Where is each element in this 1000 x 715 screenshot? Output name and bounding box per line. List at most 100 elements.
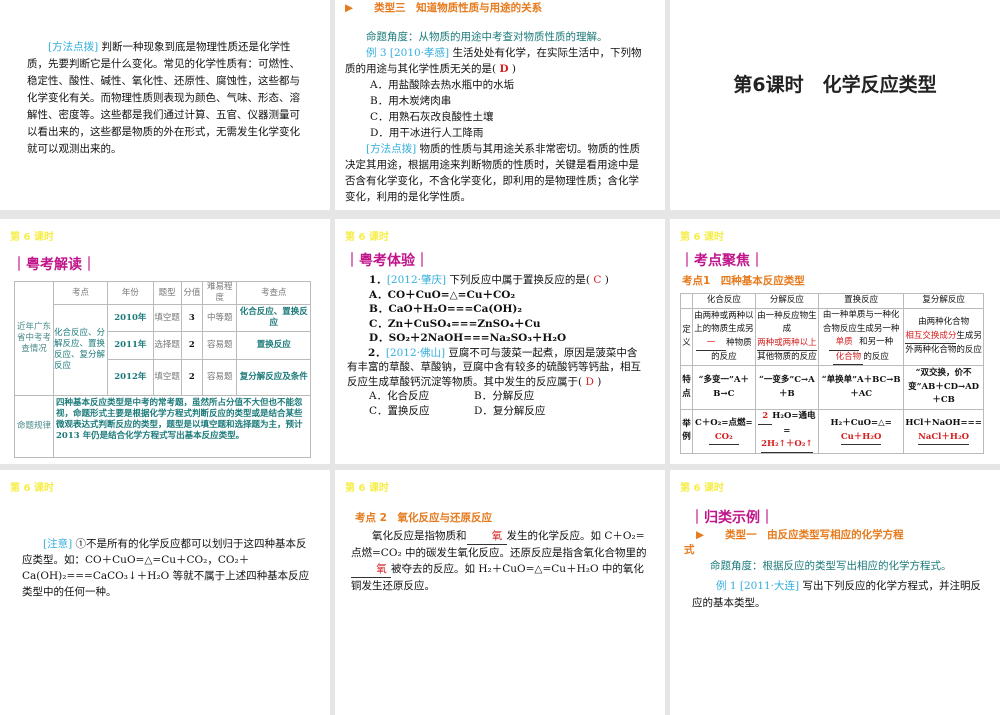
q-num: 2． — [368, 346, 386, 359]
note-paragraph: [注意] ①不是所有的化学反应都可以划归于这四种基本反应类型。如：CO＋CuO=… — [22, 536, 312, 600]
col-header: 分值 — [180, 281, 204, 305]
type-title: ▶ 类型一 由反应类型写相应的化学方程式 — [684, 528, 909, 558]
blank-answer: 两种或两种以上 — [757, 337, 817, 351]
option: A．CO＋CuO=△=Cu＋CO₂ — [369, 288, 516, 301]
blank-answer: NaCl＋H₂O — [918, 431, 970, 446]
blank-answer: 2H₂↑＋O₂↑ — [761, 438, 813, 453]
cell: 置换反应 — [236, 331, 311, 360]
def-text: 由两种或两种以上的物质生成另 — [694, 310, 754, 335]
cell: 3 — [180, 304, 204, 332]
answer: D — [585, 375, 594, 388]
row-label: 举例 — [680, 409, 693, 454]
blank-answer: Cu＋H₂O — [840, 431, 882, 446]
cell: 容易题 — [202, 331, 238, 360]
example-tag: 例 1 [2011·大连] — [716, 580, 800, 592]
def-text: 由一种反应物生成 — [757, 310, 817, 335]
rule-text: 四种基本反应类型是中考的常考题，虽然所占分值不大但也不能忽视，命题形式主要是根据… — [53, 395, 311, 458]
method-tag: [方法点拨] — [48, 41, 99, 53]
type-title: ▶ 类型三 知道物质性质与用途的关系 — [345, 1, 585, 15]
lesson-header: 第 6 课时 — [345, 483, 389, 494]
text: 被夺去的反应。如 H₂＋CuO=△=Cu＋H₂O 中的氧化铜发生还原反应。 — [351, 563, 644, 592]
slide-thumbnail-1[interactable]: [方法点拨] 判断一种现象到底是物理性质还是化学性质，先要判断它是什么变化。常见… — [0, 0, 330, 210]
col-header: 题型 — [152, 281, 182, 305]
subsection-title: 考点 2 氧化反应与还原反应 — [355, 512, 492, 524]
method-tag: [方法点拨] — [366, 143, 417, 155]
rule-label: 命题规律 — [14, 395, 54, 458]
option: B．CaO＋H₂O===Ca(OH)₂ — [369, 303, 523, 315]
row-label: 定义 — [680, 308, 693, 366]
col-header: 年份 — [107, 281, 154, 305]
eq: H₂＋CuO=△= — [830, 418, 892, 429]
blank-answer: 相互交换成分 — [905, 330, 957, 345]
type-title-text: 类型一 由反应类型写相应的化学方程式 — [684, 529, 904, 556]
paren: ) — [511, 63, 517, 75]
cell: 2 — [180, 359, 204, 396]
blank-answer: CO₂ — [708, 431, 739, 446]
arrow-icon: ▶ — [696, 529, 705, 541]
option: A．化合反应 — [369, 390, 430, 402]
answer: C — [593, 274, 602, 286]
def-text: 由一种单质与一种化合物反应生成另一种 — [822, 310, 900, 334]
cell: 2012年 — [107, 359, 154, 396]
col-header: 复分解反应 — [903, 293, 984, 309]
cell: 选择题 — [152, 331, 182, 360]
cell: 2010年 — [107, 304, 154, 332]
section-title: ｜考点聚焦｜ — [680, 253, 764, 269]
answer: D — [499, 63, 509, 75]
option: C．Zn＋CuSO₄===ZnSO₄＋Cu — [369, 317, 541, 330]
paren: ) — [597, 375, 602, 388]
exam-points: 化合反应、分解反应、置换反应、复分解反应 — [53, 304, 108, 396]
section-title: ｜粤考解读｜ — [12, 257, 96, 273]
col-header: 分解反应 — [754, 293, 820, 309]
method-text: 判断一种现象到底是物理性质还是化学性质，先要判断它是什么变化。常见的化学性质有：… — [27, 41, 300, 155]
slide-thumbnail-3[interactable]: 第6课时 化学反应类型 — [670, 0, 1000, 210]
option: A．用盐酸除去热水瓶中的水垢 — [370, 79, 515, 91]
q-tag: [2012·肇庆] — [386, 274, 447, 286]
slide-thumbnail-5[interactable]: 第 6 课时 ｜粤考体验｜ 1．[2012·肇庆] 下列反应中属于置换反应的是(… — [335, 219, 665, 464]
q-num: 1． — [369, 274, 387, 286]
slide-thumbnail-2[interactable]: ▶ 类型三 知道物质性质与用途的关系 命题角度：从物质的用途中考查对物质性质的理… — [335, 0, 665, 210]
feature: “双交换，价不变”AB＋CD→AD＋CB — [903, 365, 984, 410]
subsection-title: 考点1 四种基本反应类型 — [682, 275, 805, 287]
row-label: 特点 — [680, 365, 693, 410]
def-text: 和另一种 — [859, 337, 894, 347]
note-tag: [注意] — [43, 538, 73, 550]
option: B．分解反应 — [474, 390, 535, 402]
reaction-types-table: 化合反应 分解反应 置换反应 复分解反应 定义 由两种或两种以上的物质生成另一 种物质的… — [680, 293, 984, 454]
section-title: ｜归类示例｜ — [690, 510, 774, 526]
cell: 复分解反应及条件 — [236, 359, 311, 396]
example-tag: 例 3 [2010·孝感] — [366, 47, 450, 59]
exam-table: 近年广东省中考考查情况 考点 年份 题型 分值 难易程度 考查点 化合反应、分解反应、置换反… — [14, 281, 311, 458]
cell: 填空题 — [152, 359, 182, 396]
angle-text: 命题角度：从物质的用途中考查对物质性质的理解。 — [366, 31, 608, 43]
lesson-header: 第 6 课时 — [680, 483, 724, 494]
feature: “单换单”A＋BC→B＋AC — [818, 365, 905, 410]
slide-thumbnail-6[interactable]: 第 6 课时 ｜考点聚焦｜ 考点1 四种基本反应类型 化合反应 分解反应 置换反应复… — [670, 219, 1000, 464]
slide-thumbnail-9[interactable]: 第 6 课时 ｜归类示例｜ ▶ 类型一 由反应类型写相应的化学方程式 命题角度：… — [670, 470, 1000, 715]
text: 氧化反应是指物质和 — [372, 530, 467, 542]
cell: 中等题 — [202, 304, 238, 332]
q-tag: [2012·佛山] — [385, 346, 446, 359]
cell: 2 — [180, 331, 204, 360]
slide-thumbnail-8[interactable]: 第 6 课时 考点 2 氧化反应与还原反应 氧化反应是指物质和氧发生的化学反应。… — [335, 470, 665, 715]
option: D．复分解反应 — [474, 404, 546, 417]
blank-answer: 氧 — [466, 528, 507, 545]
lesson-header: 第 6 课时 — [10, 483, 54, 494]
cell: 填空题 — [152, 304, 182, 332]
slide-thumbnail-7[interactable]: 第 6 课时 [注意] ①不是所有的化学反应都可以划归于这四种基本反应类型。如：… — [0, 470, 330, 715]
section-title: ｜粤考体验｜ — [345, 253, 429, 269]
col-header: 化合反应 — [692, 293, 756, 309]
option: D．SO₂＋2NaOH===Na₂SO₃＋H₂O — [369, 332, 567, 344]
oxidation-paragraph: 氧化反应是指物质和氧发生的化学反应。如 C＋O₂=点燃=CO₂ 中的碳发生氧化反… — [351, 528, 647, 594]
def-text: 由两种化合物 — [918, 317, 970, 328]
cell: 容易题 — [202, 359, 238, 396]
blank-answer: 一 — [696, 337, 727, 351]
col-header: 考查点 — [236, 281, 311, 305]
slide-thumbnail-4[interactable]: 第 6 课时 ｜粤考解读｜ 近年广东省中考考查情况 考点 年份 题型 分值 难易程度 考查点… — [0, 219, 330, 464]
eq: HCl＋NaOH=== — [905, 418, 982, 429]
option: B．用木炭烤肉串 — [370, 95, 452, 107]
method-paragraph: [方法点拨] 判断一种现象到底是物理性质还是化学性质，先要判断它是什么变化。常见… — [27, 39, 309, 158]
cell: 化合反应、置换反应 — [236, 304, 311, 332]
row-label: 近年广东省中考考查情况 — [14, 281, 54, 396]
eq: H₂O=通电= — [772, 411, 816, 436]
